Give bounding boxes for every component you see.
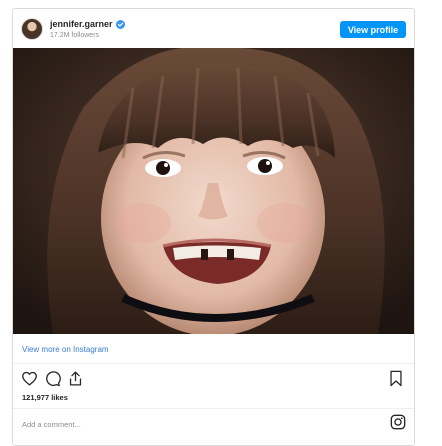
username-row: jennifer.garner bbox=[50, 19, 125, 29]
view-more-link[interactable]: View more on Instagram bbox=[22, 345, 109, 354]
comment-input[interactable] bbox=[22, 418, 362, 430]
avatar[interactable] bbox=[21, 18, 43, 40]
comment-icon[interactable] bbox=[44, 370, 61, 387]
divider bbox=[13, 363, 414, 364]
post-image[interactable] bbox=[13, 48, 414, 334]
post-image-illustration bbox=[13, 48, 414, 334]
like-count[interactable]: 121,977 likes bbox=[22, 393, 68, 402]
instagram-icon[interactable] bbox=[390, 414, 406, 430]
action-bar bbox=[21, 370, 84, 388]
post-header: jennifer.garner 17.2M followers View pro… bbox=[13, 9, 414, 49]
share-icon[interactable] bbox=[67, 370, 84, 387]
view-profile-button[interactable]: View profile bbox=[340, 21, 406, 38]
username-link[interactable]: jennifer.garner bbox=[50, 19, 113, 29]
heart-icon[interactable] bbox=[21, 370, 38, 387]
instagram-embed-card: jennifer.garner 17.2M followers View pro… bbox=[12, 8, 415, 446]
verified-badge-icon bbox=[115, 19, 125, 29]
divider bbox=[13, 408, 414, 409]
follower-count: 17.2M followers bbox=[50, 32, 100, 39]
bookmark-icon[interactable] bbox=[388, 370, 404, 387]
